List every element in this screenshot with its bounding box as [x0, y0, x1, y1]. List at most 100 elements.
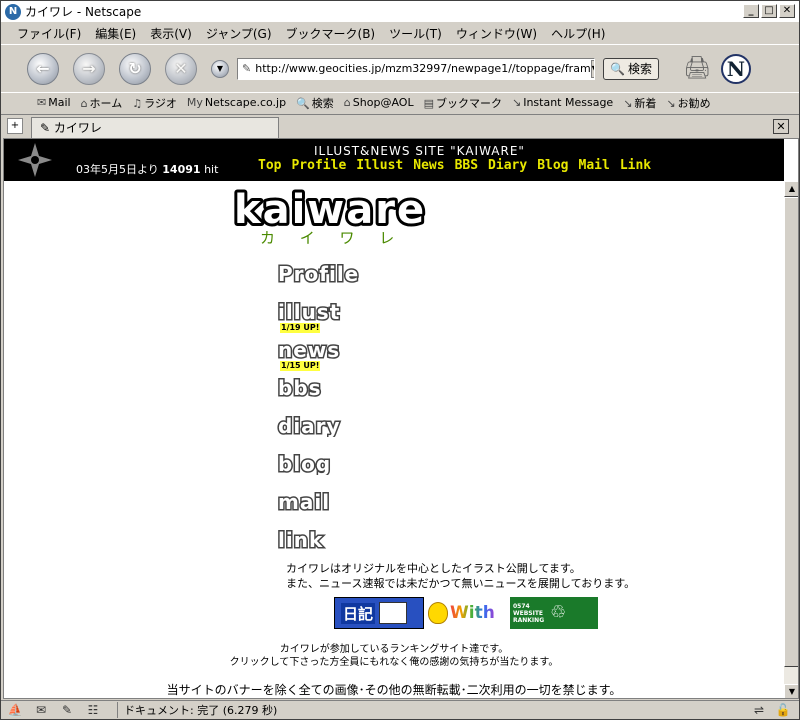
pt-item-shop[interactable]: ⌂ Shop@AOL [344, 96, 414, 109]
recycle-icon: ♲ [550, 602, 567, 623]
nav-mail[interactable]: Mail [579, 158, 610, 173]
stop-icon: ✕ [174, 59, 188, 78]
menu-file[interactable]: ファイル(F) [17, 25, 81, 42]
note-line-1: カイワレが参加しているランキングサイト達です。 [279, 644, 509, 655]
menu-illust[interactable]: illust 1/19 UP! [276, 301, 436, 339]
pt-item-instant-message[interactable]: ↘ Instant Message [512, 96, 613, 109]
copyright-notice: 当サイトのバナーを除く全ての画像･その他の無断転載･二次利用の一切を禁じます。 [166, 683, 622, 697]
site-nav: Top Profile Illust News BBS Diary Blog M… [258, 158, 651, 173]
tab-kaiware[interactable]: ✎ カイワレ [31, 117, 279, 139]
print-icon[interactable]: 🖨 [683, 56, 711, 81]
maximize-button[interactable]: □ [761, 4, 777, 18]
menu-window[interactable]: ウィンドウ(W) [456, 25, 537, 42]
personal-toolbar: ✉ Mail ⌂ ホーム ♫ ラジオ My Netscape.co.jp 🔍 検索 ⌂ Sh… [1, 92, 799, 112]
address-book-icon[interactable]: ☷ [85, 703, 101, 717]
menu-help[interactable]: ヘルプ(H) [551, 25, 605, 42]
back-arrow-icon: ← [36, 59, 50, 78]
menu-blog[interactable]: blog [276, 453, 436, 491]
history-dropdown-button[interactable]: ▼ [211, 59, 229, 78]
search-icon: 🔍 [296, 96, 310, 110]
pt-label: お勧め [677, 96, 711, 110]
pt-label: 検索 [311, 96, 334, 110]
shop-icon: ⌂ [343, 96, 351, 109]
pt-label: Mail [48, 96, 71, 109]
counter-prefix: 03年5月5日より [76, 163, 159, 176]
pt-label: ラジオ [144, 96, 177, 110]
scroll-thumb[interactable] [784, 197, 798, 667]
website-ranking-banner[interactable]: 0574 WEBSITE RANKING ♲ [510, 597, 598, 629]
pt-item-mail[interactable]: ✉ Mail [37, 96, 71, 109]
menu-mail[interactable]: mail [276, 491, 436, 529]
menu-label: link [278, 529, 323, 551]
menu-news[interactable]: news 1/15 UP! [276, 339, 436, 377]
banner-line: 0574 [513, 602, 530, 610]
page-content: ILLUST&NEWS SITE "KAIWARE" 03年5月5日より 140… [3, 138, 799, 699]
site-description: カイワレはオリジナルを中心としたイラスト公開してます。 また、ニュース速報では未… [286, 561, 635, 591]
menu-profile[interactable]: Profile [276, 263, 436, 301]
netscape-logo-icon[interactable]: N [720, 53, 751, 84]
link-icon: ↘ [511, 96, 522, 109]
pt-item-new[interactable]: ↘ 新着 [623, 95, 656, 111]
stop-button[interactable]: ✕ [165, 52, 197, 85]
bookmarks-icon: ▤ [423, 96, 434, 110]
menu-label: mail [278, 491, 330, 513]
forward-button[interactable]: → [73, 52, 105, 85]
scroll-down-button[interactable]: ▼ [784, 684, 798, 698]
tab-label: カイワレ [53, 121, 102, 135]
scroll-up-button[interactable]: ▲ [784, 181, 798, 197]
home-icon: ⌂ [80, 96, 88, 110]
menu-edit[interactable]: 編集(E) [95, 25, 136, 42]
status-bar: ⛵ ✉ ✎ ☷ ドキュメント: 完了 (6.279 秒) ⇌ 🔓 [1, 700, 799, 719]
back-button[interactable]: ← [27, 52, 59, 85]
nav-illust[interactable]: Illust [356, 158, 403, 173]
vertical-scrollbar[interactable]: ▲ ▼ [784, 181, 798, 698]
nav-profile[interactable]: Profile [291, 158, 346, 173]
search-button[interactable]: 🔍 検索 [603, 57, 659, 80]
menu-bookmarks[interactable]: ブックマーク(B) [286, 25, 376, 42]
reload-icon: ↻ [128, 59, 142, 78]
nav-blog[interactable]: Blog [537, 158, 568, 173]
banner-label: 日記 [341, 602, 376, 624]
my-netscape-icon: My [186, 96, 203, 109]
menu-tools[interactable]: ツール(T) [389, 25, 442, 42]
with-banner[interactable]: With [424, 597, 510, 629]
banner-label: With [450, 603, 495, 623]
minimize-button[interactable]: _ [743, 4, 759, 18]
pt-item-radio[interactable]: ♫ ラジオ [132, 95, 177, 111]
chick-icon [428, 602, 448, 624]
page-proxy-icon: ✎ [242, 62, 252, 75]
close-button[interactable]: ✕ [779, 4, 795, 18]
menu-label: Profile [278, 263, 359, 285]
hit-counter: 03年5月5日より 14091 hit [76, 161, 218, 177]
nikki-banner[interactable]: 日記 [334, 597, 424, 629]
nav-top[interactable]: Top [258, 158, 281, 173]
title-bar: N カイワレ - Netscape _ □ ✕ [1, 1, 799, 23]
menu-view[interactable]: 表示(V) [150, 25, 192, 42]
nav-bbs[interactable]: BBS [455, 158, 478, 173]
menu-bbs[interactable]: bbs [276, 377, 436, 415]
window-title: カイワレ - Netscape [25, 5, 142, 19]
menu-diary[interactable]: diary [276, 415, 436, 453]
nav-diary[interactable]: Diary [488, 158, 527, 173]
pt-item-bookmarks[interactable]: ▤ ブックマーク [424, 95, 502, 111]
pt-item-search[interactable]: 🔍 検索 [296, 95, 334, 111]
new-tab-button[interactable]: + [7, 118, 23, 134]
nav-news[interactable]: News [413, 158, 444, 173]
shuriken-logo-icon [18, 143, 52, 177]
navigator-icon[interactable]: ⛵ [7, 703, 23, 717]
composer-icon[interactable]: ✎ [59, 703, 75, 717]
security-lock-icon: 🔓 [775, 703, 791, 717]
url-dropdown-button[interactable]: ▼ [590, 59, 594, 78]
pt-label: 新着 [634, 96, 657, 110]
url-field[interactable]: ✎ http://www.geocities.jp/mzm32997/newpa… [237, 57, 595, 80]
ranking-banners: 日記 With 0574 WEBSITE RANKING ♲ [334, 597, 598, 629]
nav-link[interactable]: Link [620, 158, 651, 173]
menu-go[interactable]: ジャンプ(G) [206, 25, 272, 42]
pt-item-home[interactable]: ⌂ ホーム [81, 95, 123, 111]
mail-icon[interactable]: ✉ [33, 703, 49, 717]
close-tab-button[interactable]: ✕ [773, 119, 789, 134]
reload-button[interactable]: ↻ [119, 52, 151, 85]
link-icon: ↘ [666, 96, 676, 110]
pt-item-netscape[interactable]: My Netscape.co.jp [187, 96, 286, 109]
pt-item-recommend[interactable]: ↘ お勧め [666, 95, 710, 111]
